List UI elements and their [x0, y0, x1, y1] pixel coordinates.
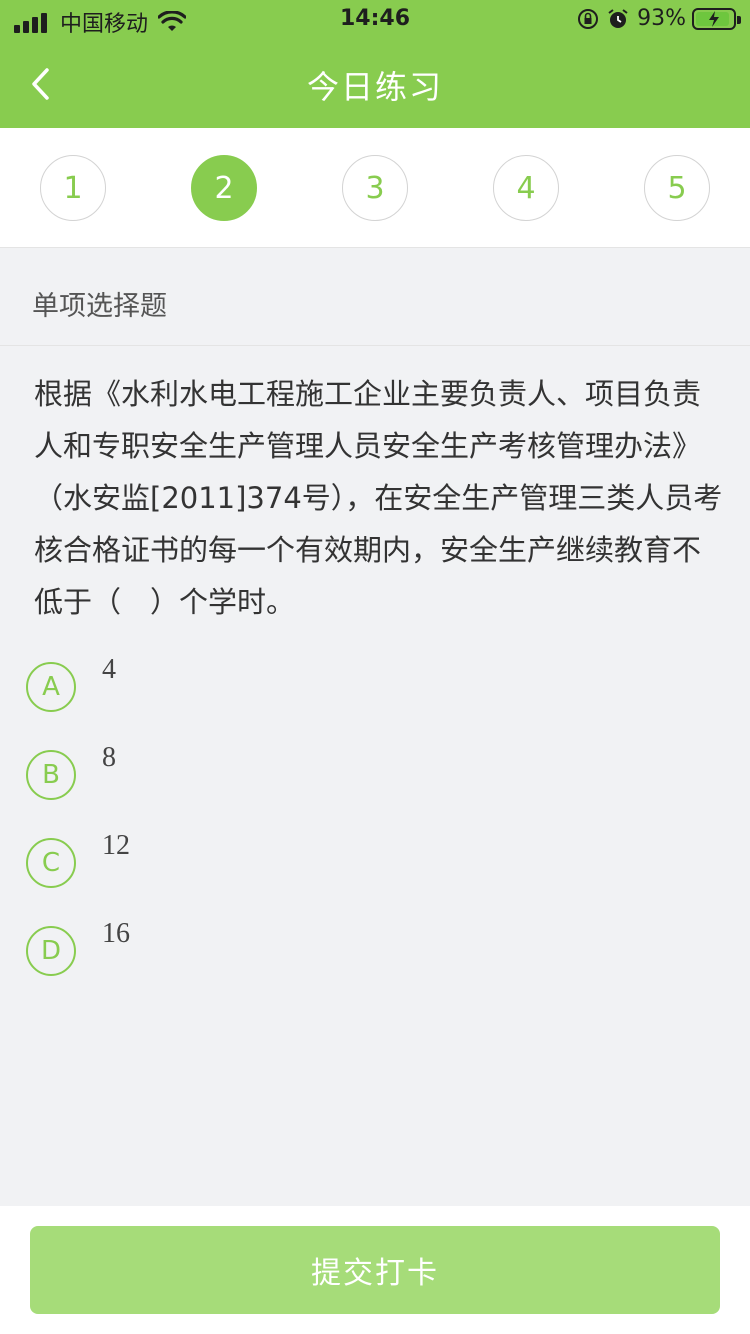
option-letter: A — [26, 662, 76, 712]
option-letter: C — [26, 838, 76, 888]
status-bar: 中国移动 14:46 93% — [0, 0, 750, 40]
bottom-bar: 提交打卡 — [0, 1206, 750, 1334]
page-title: 今日练习 — [306, 68, 443, 106]
top-header: 中国移动 14:46 93% 今日练习 — [0, 0, 750, 128]
question-number-nav: 1 2 3 4 5 — [0, 128, 750, 248]
option-text: 16 — [102, 918, 130, 949]
alarm-icon — [608, 8, 628, 28]
question-tab-4[interactable]: 4 — [493, 155, 559, 221]
battery-percent: 93% — [637, 6, 686, 31]
question-tab-5[interactable]: 5 — [644, 155, 710, 221]
question-tab-3[interactable]: 3 — [342, 155, 408, 221]
question-text: 根据《水利水电工程施工企业主要负责人、项目负责人和专职安全生产管理人员安全生产考… — [34, 377, 723, 619]
question-tab-2[interactable]: 2 — [191, 155, 257, 221]
submit-checkin-button[interactable]: 提交打卡 — [30, 1226, 720, 1314]
option-text: 12 — [102, 830, 130, 861]
option-a[interactable]: A 4 — [26, 654, 626, 712]
question-type-label: 单项选择题 — [32, 291, 167, 322]
option-text: 4 — [102, 654, 116, 685]
status-right: 93% — [577, 6, 741, 31]
option-letter: D — [26, 926, 76, 976]
question-tab-1[interactable]: 1 — [40, 155, 106, 221]
orientation-lock-icon — [578, 8, 599, 29]
option-letter: B — [26, 750, 76, 800]
option-b[interactable]: B 8 — [26, 742, 626, 800]
question-type-bar: 单项选择题 — [0, 248, 750, 346]
option-text: 8 — [102, 742, 116, 773]
option-c[interactable]: C 12 — [26, 830, 626, 888]
option-d[interactable]: D 16 — [26, 918, 626, 976]
battery-icon — [692, 7, 741, 30]
nav-bar: 今日练习 — [0, 40, 750, 128]
